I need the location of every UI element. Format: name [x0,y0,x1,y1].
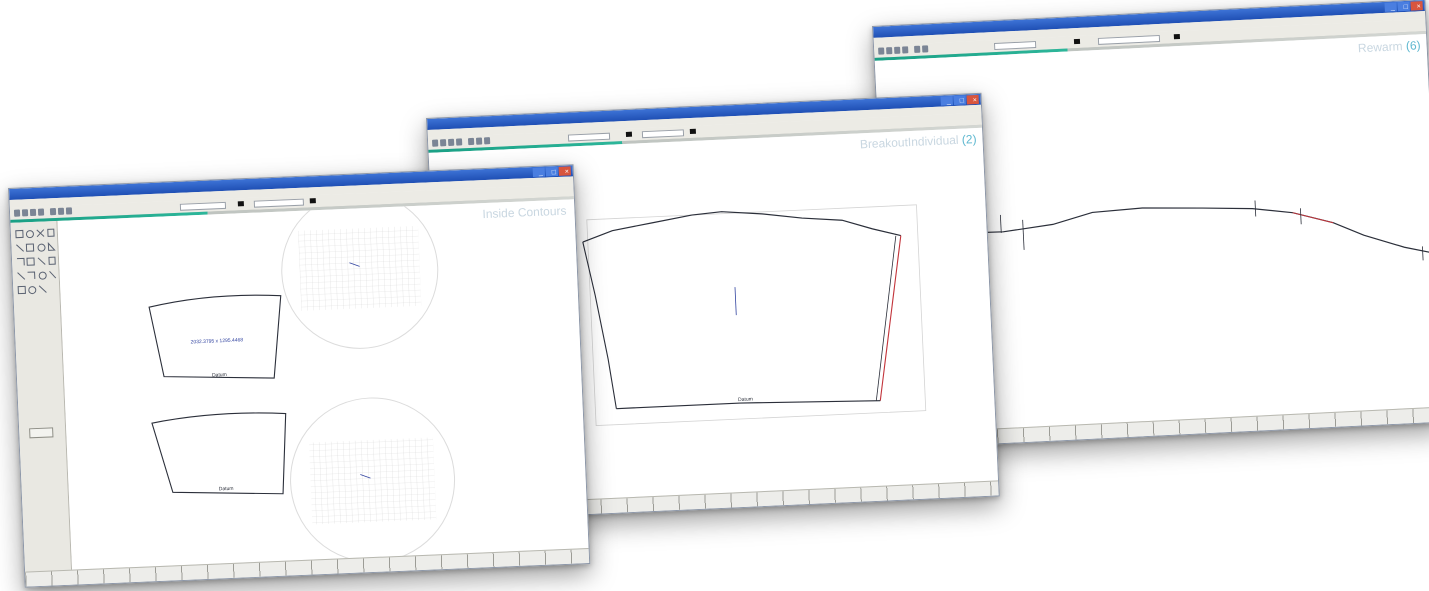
tool-icon[interactable] [483,137,491,145]
tool-icon[interactable] [878,47,885,55]
contour-drawing: 2032.3795 x 1295.4468 Datum Datum [148,199,456,563]
tool-icon[interactable] [57,207,65,215]
maximize-button[interactable]: □ [1397,1,1410,12]
tool-icon[interactable] [902,46,909,54]
tool-palette-icons [15,228,57,295]
tool-icon[interactable] [49,208,57,216]
window-controls: _ □ × [940,94,979,106]
color-swatch[interactable] [1073,38,1081,45]
station-marker [1022,219,1025,250]
tool-icon[interactable] [886,47,893,55]
tool-icon[interactable] [475,137,483,145]
toolbar-field[interactable] [253,198,304,208]
color-swatch[interactable] [1173,33,1181,40]
side-panel-button[interactable] [29,427,54,439]
minimize-button[interactable]: _ [1384,2,1397,12]
station-marker [999,214,1002,233]
top-contour-dimension: 2032.3795 x 1295.4468 [191,337,244,345]
color-swatch[interactable] [689,128,696,135]
toolbar-field[interactable] [179,201,227,211]
view-frame [586,204,927,427]
minimize-button[interactable]: _ [940,96,953,106]
color-swatch[interactable] [625,131,633,137]
bottom-contour-datum: Datum [219,486,234,493]
top-contour-datum: Datum [212,372,227,379]
maximize-button[interactable]: □ [953,95,966,106]
tool-icon[interactable] [65,207,73,215]
color-swatch[interactable] [237,201,244,207]
tool-icon[interactable] [467,137,475,146]
tool-icon[interactable] [922,45,929,53]
toolbar-field[interactable] [993,41,1037,51]
window-controls: _ □ × [532,166,571,178]
bottom-grid-area [308,437,437,525]
center-axis-marker [734,287,737,316]
window-controls: _ □ × [1384,1,1423,12]
minimize-button[interactable]: _ [532,167,545,178]
left-window: _ □ × Inside Contours 2032.3795 x 1295.4… [8,164,591,588]
tool-icon[interactable] [447,138,455,147]
station-marker [1300,208,1302,225]
maximize-button[interactable]: □ [545,166,558,177]
toolbar-field[interactable] [567,132,611,142]
tool-icon[interactable] [894,46,901,54]
close-button[interactable]: × [966,94,979,105]
tool-icon[interactable] [914,45,921,53]
tool-icon[interactable] [439,139,447,147]
tunnel-right-wall [879,235,902,401]
tool-icon[interactable] [37,208,45,216]
close-button[interactable]: × [1410,1,1423,11]
station-marker [1422,246,1424,261]
tool-icon[interactable] [455,138,463,146]
tool-icon[interactable] [431,139,439,147]
datum-label: Datum [738,396,753,403]
color-swatch[interactable] [309,198,316,204]
tunnel-left-wall [582,241,617,409]
profile-red-segment [1292,212,1334,224]
close-button[interactable]: × [558,166,571,176]
toolbar-field[interactable] [641,129,685,139]
tool-icon[interactable] [29,208,37,217]
tool-icon[interactable] [13,209,21,217]
station-marker [1254,200,1257,217]
tunnel-top-profile [582,211,901,243]
top-grid-area [298,225,422,311]
drawing-canvas[interactable]: Inside Contours 2032.3795 x 1295.4468 Da… [57,199,589,571]
tool-icon[interactable] [21,209,29,217]
